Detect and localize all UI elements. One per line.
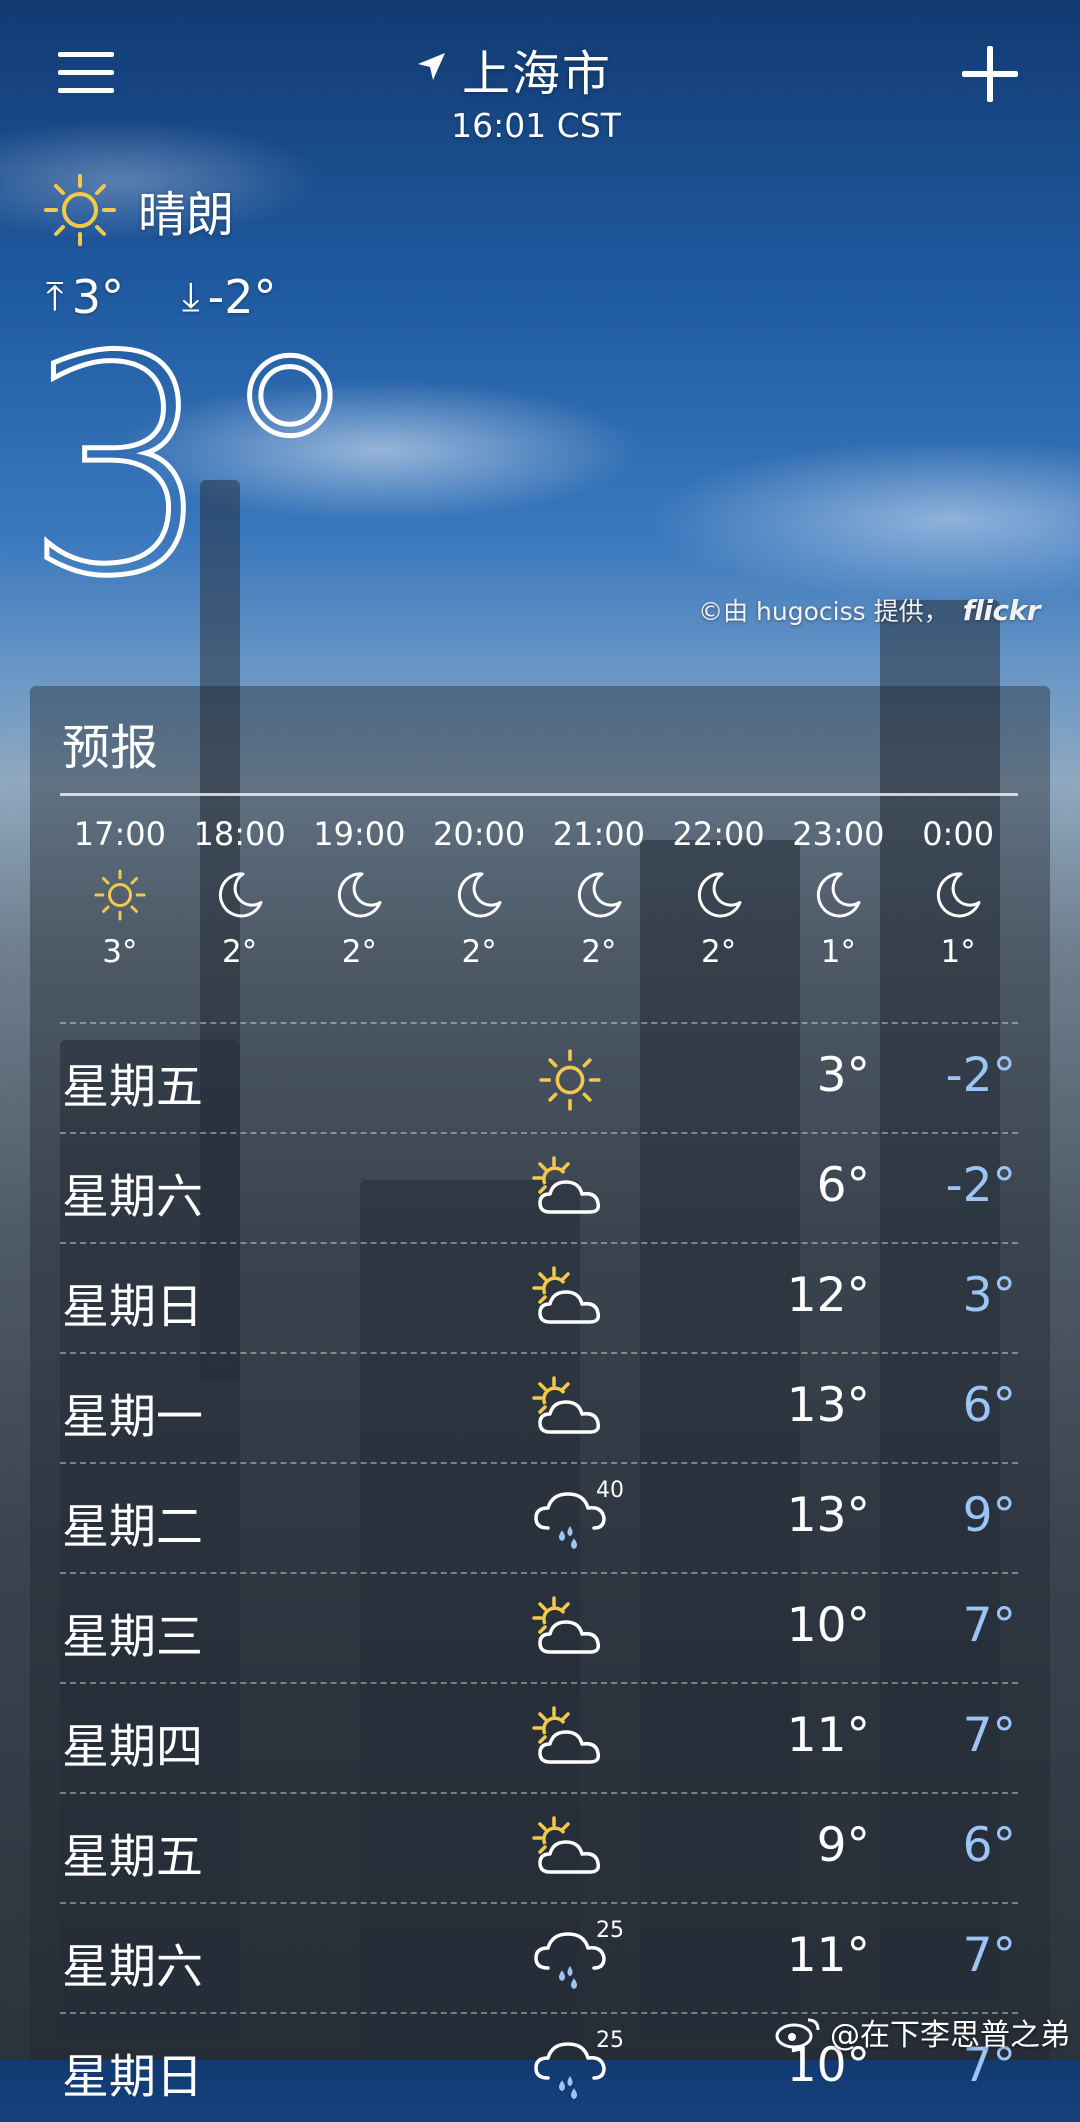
day-name: 星期三 bbox=[62, 1610, 203, 1665]
hourly-item: 20:00 2° bbox=[419, 806, 539, 978]
hour-time: 18:00 bbox=[193, 815, 286, 853]
day-high: 13° bbox=[786, 1378, 870, 1433]
precip-chance: 25 bbox=[596, 1918, 624, 1943]
credit-text: ©由 hugociss 提供， bbox=[698, 597, 949, 626]
day-name: 星期五 bbox=[62, 1830, 203, 1885]
moon-icon bbox=[419, 858, 539, 932]
hour-temp: 2° bbox=[581, 934, 617, 970]
partly-cloudy-icon bbox=[530, 1594, 610, 1666]
day-low: 7° bbox=[962, 1928, 1016, 1983]
moon-icon bbox=[898, 858, 1018, 932]
daily-row[interactable]: 星期日 12° 3° bbox=[60, 1242, 1018, 1352]
daily-row[interactable]: 星期五 3° -2° bbox=[60, 1022, 1018, 1132]
partly-cloudy-icon bbox=[530, 1374, 610, 1446]
hourly-forecast[interactable]: 17:00 3° 18:00 2° 19:00 2° 20:00 2° 21:00 2° 22:00… bbox=[60, 806, 1018, 978]
flickr-logo: flickr bbox=[962, 594, 1041, 627]
hour-time: 19:00 bbox=[313, 815, 406, 853]
hourly-item: 23:00 1° bbox=[779, 806, 899, 978]
sun-icon bbox=[60, 858, 180, 932]
day-high: 9° bbox=[816, 1818, 870, 1873]
daily-row[interactable]: 星期五 9° 6° bbox=[60, 1792, 1018, 1902]
day-name: 星期日 bbox=[62, 1280, 203, 1335]
menu-button[interactable] bbox=[58, 52, 114, 96]
day-high: 6° bbox=[816, 1158, 870, 1213]
current-temperature: 3° bbox=[22, 293, 368, 642]
day-high: 13° bbox=[786, 1488, 870, 1543]
hour-temp: 3° bbox=[102, 934, 138, 970]
day-name: 星期二 bbox=[62, 1500, 203, 1555]
weibo-watermark: @在下李思普之弟 bbox=[774, 2010, 1070, 2054]
hourly-item: 18:00 2° bbox=[180, 806, 300, 978]
day-low: 7° bbox=[962, 1708, 1016, 1763]
day-name: 星期六 bbox=[62, 1170, 203, 1225]
hour-time: 20:00 bbox=[433, 815, 526, 853]
day-name: 星期日 bbox=[62, 2050, 203, 2105]
sun-icon bbox=[44, 174, 116, 246]
daily-row[interactable]: 星期四 11° 7° bbox=[60, 1682, 1018, 1792]
day-high: 11° bbox=[786, 1928, 870, 1983]
location-arrow-icon bbox=[418, 53, 445, 80]
daily-row[interactable]: 星期二 40 13° 9° bbox=[60, 1462, 1018, 1572]
day-low: 3° bbox=[962, 1268, 1016, 1323]
day-low: 9° bbox=[962, 1488, 1016, 1543]
day-high: 12° bbox=[786, 1268, 870, 1323]
hour-time: 17:00 bbox=[73, 815, 166, 853]
daily-row[interactable]: 星期三 10° 7° bbox=[60, 1572, 1018, 1682]
forecast-title: 预报 bbox=[62, 720, 159, 776]
watermark-text: @在下李思普之弟 bbox=[830, 2018, 1070, 2053]
partly-cloudy-icon bbox=[530, 1704, 610, 1776]
moon-icon bbox=[659, 858, 779, 932]
hour-time: 23:00 bbox=[792, 815, 885, 853]
day-name: 星期五 bbox=[62, 1060, 203, 1115]
hourly-item: 0:00 1° bbox=[898, 806, 1018, 978]
day-low: 7° bbox=[962, 1598, 1016, 1653]
divider bbox=[60, 793, 1018, 796]
hour-temp: 2° bbox=[701, 934, 737, 970]
hour-temp: 1° bbox=[820, 934, 856, 970]
hourly-item: 21:00 2° bbox=[539, 806, 659, 978]
forecast-panel: 预报 17:00 3° 18:00 2° 19:00 2° 20:00 2° 21:00 2° 22… bbox=[30, 686, 1050, 2105]
day-low: -2° bbox=[945, 1158, 1016, 1213]
day-low: 6° bbox=[962, 1378, 1016, 1433]
moon-icon bbox=[539, 858, 659, 932]
moon-icon bbox=[300, 858, 420, 932]
hourly-item: 17:00 3° bbox=[60, 806, 180, 978]
day-name: 星期一 bbox=[62, 1390, 203, 1445]
moon-icon bbox=[180, 858, 300, 932]
partly-cloudy-icon bbox=[530, 1814, 610, 1886]
day-high: 11° bbox=[786, 1708, 870, 1763]
sun-icon bbox=[530, 1044, 610, 1116]
current-condition: 晴朗 bbox=[40, 170, 234, 250]
hourly-item: 22:00 2° bbox=[659, 806, 779, 978]
hourly-item: 19:00 2° bbox=[300, 806, 420, 978]
hour-time: 22:00 bbox=[672, 815, 765, 853]
condition-label: 晴朗 bbox=[138, 187, 235, 243]
hour-time: 0:00 bbox=[922, 815, 995, 853]
day-low: -2° bbox=[945, 1048, 1016, 1103]
daily-forecast: 星期五 3° -2° 星期六 6° -2° 星期日 12° 3° 星期一 13° 6° 星期二 40 13°… bbox=[60, 1022, 1018, 2122]
hour-temp: 1° bbox=[940, 934, 976, 970]
daily-row[interactable]: 星期六 25 11° 7° bbox=[60, 1902, 1018, 2012]
day-high: 3° bbox=[816, 1048, 870, 1103]
hour-temp: 2° bbox=[222, 934, 258, 970]
hour-temp: 2° bbox=[461, 934, 497, 970]
partly-cloudy-icon bbox=[530, 1264, 610, 1336]
add-location-button[interactable] bbox=[962, 46, 1018, 102]
precip-chance: 25 bbox=[596, 2028, 624, 2053]
daily-row[interactable]: 星期六 6° -2° bbox=[60, 1132, 1018, 1242]
precip-chance: 40 bbox=[596, 1478, 624, 1503]
update-time: 16:01 CST bbox=[451, 106, 621, 145]
partly-cloudy-icon bbox=[530, 1154, 610, 1226]
daily-row[interactable]: 星期一 13° 6° bbox=[60, 1352, 1018, 1462]
day-name: 星期四 bbox=[62, 1720, 203, 1775]
day-name: 星期六 bbox=[62, 1940, 203, 1995]
hour-time: 21:00 bbox=[552, 815, 645, 853]
weibo-icon bbox=[775, 2018, 820, 2049]
hour-temp: 2° bbox=[341, 934, 377, 970]
day-high: 10° bbox=[786, 1598, 870, 1653]
photo-credit[interactable]: ©由 hugociss 提供， flickr bbox=[698, 592, 1040, 628]
city-name[interactable]: 上海市 bbox=[462, 34, 612, 104]
day-low: 6° bbox=[962, 1818, 1016, 1873]
moon-icon bbox=[779, 858, 899, 932]
